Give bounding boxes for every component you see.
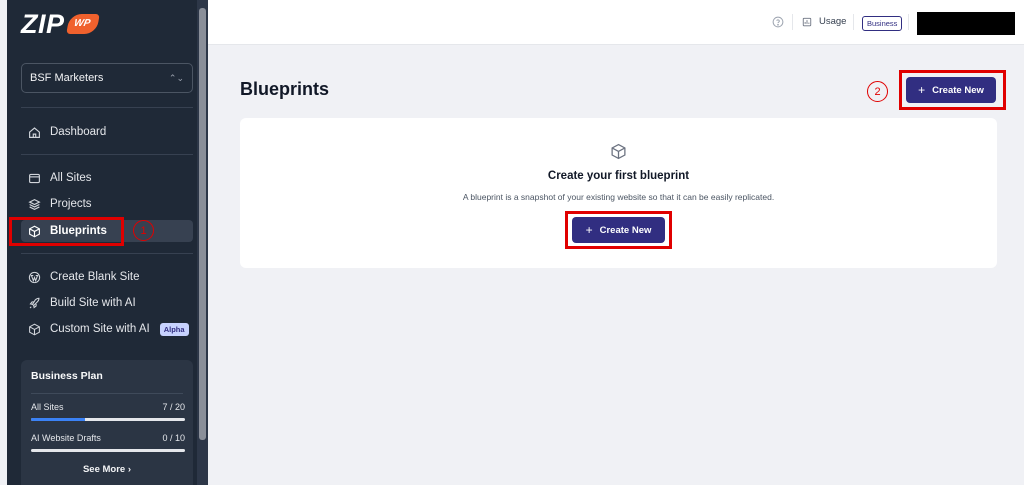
plan-row-value: 0 / 10 — [162, 433, 185, 443]
layers-icon — [28, 198, 41, 210]
progress-fill — [31, 418, 85, 421]
sidebar-item-dashboard[interactable]: Dashboard — [21, 121, 193, 143]
sidebar-divider — [21, 107, 193, 108]
plan-divider — [31, 393, 183, 394]
plan-badge: Business — [862, 16, 903, 31]
organization-name: BSF Marketers — [30, 72, 104, 84]
sidebar-item-label: All Sites — [50, 172, 92, 184]
sidebar-item-label: Build Site with AI — [50, 297, 136, 309]
chart-icon — [802, 17, 812, 26]
sidebar-item-label: Create Blank Site — [50, 271, 140, 283]
see-more-link[interactable]: See More › — [21, 464, 193, 475]
page-title: Blueprints — [240, 79, 330, 99]
organization-select[interactable]: BSF Marketers ⌃⌄ — [21, 63, 193, 93]
business-plan-card: Business Plan All Sites 7 / 20 AI Websit… — [21, 360, 193, 485]
logo-text: ZIP — [21, 8, 65, 39]
usage-label: Usage — [819, 16, 847, 27]
sidebar-item-label: Dashboard — [50, 126, 107, 138]
sidebar-item-custom-site-with-ai[interactable]: Custom Site with AI Alpha — [21, 318, 193, 340]
all-sites-progress-bar — [31, 418, 185, 421]
usage-link[interactable]: Usage — [802, 16, 846, 27]
cube-icon — [611, 143, 626, 160]
sidebar-divider — [21, 154, 193, 155]
plan-row-all-sites: All Sites 7 / 20 — [31, 402, 185, 412]
logo-badge: WP — [65, 14, 100, 34]
plan-row-label: AI Website Drafts — [31, 433, 101, 443]
cube-sparkle-icon — [29, 323, 40, 335]
sidebar-item-build-site-with-ai[interactable]: Build Site with AI — [21, 292, 193, 314]
help-icon[interactable] — [772, 16, 784, 28]
header-divider — [853, 14, 854, 30]
top-header: Usage Business — [208, 0, 1024, 45]
highlight-box-empty-create — [565, 211, 672, 249]
sidebar-item-label: Custom Site with AI — [50, 323, 150, 335]
plan-row-value: 7 / 20 — [162, 402, 185, 412]
header-divider — [792, 14, 793, 30]
zipwp-logo[interactable]: ZIP WP — [21, 8, 100, 40]
wordpress-icon — [28, 271, 41, 283]
plan-title: Business Plan — [31, 370, 103, 382]
home-icon — [29, 126, 40, 138]
sidebar-divider — [21, 253, 193, 254]
app-root: ZIP WP BSF Marketers ⌃⌄ Dashboard All Si… — [0, 0, 1024, 485]
plan-row-label: All Sites — [31, 402, 64, 412]
sidebar-item-projects[interactable]: Projects — [21, 193, 193, 215]
rocket-icon — [29, 297, 40, 309]
ai-drafts-progress-bar — [31, 449, 185, 452]
alpha-badge: Alpha — [159, 322, 189, 336]
plan-row-ai-drafts: AI Website Drafts 0 / 10 — [31, 433, 185, 443]
window-icon — [29, 173, 40, 183]
step-1-marker: 1 — [133, 220, 154, 241]
sidebar-scrollbar-thumb[interactable] — [199, 8, 206, 440]
sidebar-item-create-blank-site[interactable]: Create Blank Site — [21, 266, 193, 288]
highlight-box-header-create — [899, 70, 1006, 110]
chevron-up-down-icon: ⌃⌄ — [168, 72, 184, 83]
empty-state-title: Create your first blueprint — [547, 170, 690, 182]
highlight-box-blueprints — [9, 217, 124, 246]
header-divider — [908, 14, 909, 30]
empty-state-description: A blueprint is a snapshot of your existi… — [462, 192, 775, 202]
sidebar-item-label: Projects — [50, 198, 92, 210]
sidebar-item-all-sites[interactable]: All Sites — [21, 167, 193, 189]
step-2-marker: 2 — [867, 81, 888, 102]
user-menu-redacted[interactable] — [917, 12, 1015, 35]
